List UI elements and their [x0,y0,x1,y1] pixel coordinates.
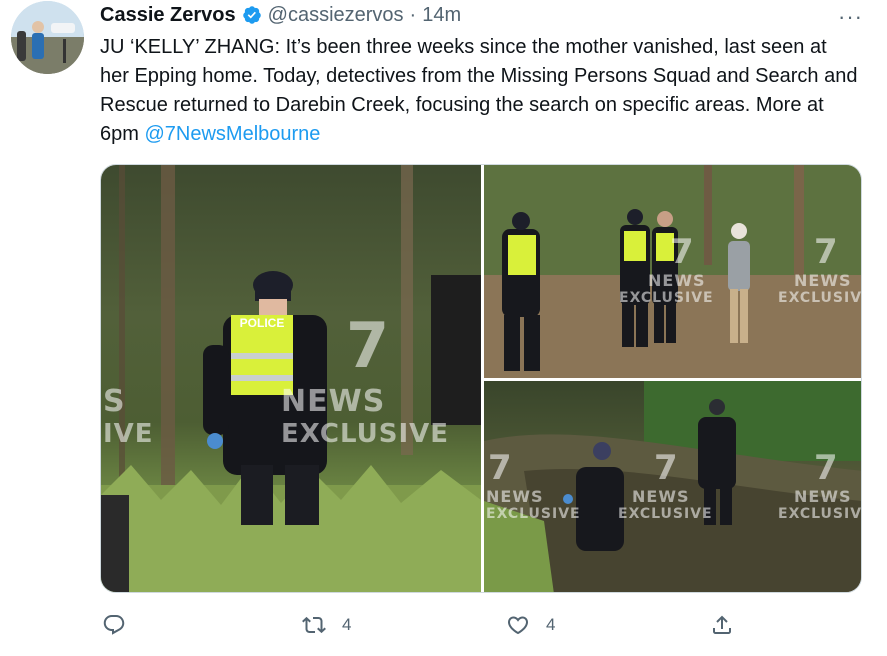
like-button[interactable]: 4 [506,608,555,642]
watermark-seven: 7 [814,232,838,272]
avatar[interactable] [11,1,84,74]
media-photo-2[interactable]: 7 NEWS EXCLUSIVE 7 NEWS EXCLUSIVE [484,165,862,378]
watermark-exclusive: EXCLUSIVE [618,506,713,522]
watermark-news: NEWS [794,487,852,506]
watermark-news: NEWS [632,487,690,506]
tweet: Cassie Zervos @cassiezervos · 14m ··· JU… [0,0,887,656]
avatar-photo [11,1,84,74]
watermark-news: NEWS [794,271,852,290]
watermark-seven: 7 [670,232,694,272]
like-icon [507,616,529,635]
retweet-button[interactable]: 4 [302,608,351,642]
watermark-partial-exclusive: IVE [103,419,154,449]
watermark-seven: 7 [814,448,838,488]
watermark-exclusive: EXCLUSIVE [778,290,862,306]
author-name[interactable]: Cassie Zervos [100,4,236,27]
tweet-text: JU ‘KELLY’ ZHANG: It’s been three weeks … [100,33,860,149]
more-icon[interactable]: ··· [838,4,863,30]
media-photo-1[interactable]: POLICE 7 NEWS EXCLUSIVE S IVE [101,165,481,592]
tweet-actions: 4 4 [100,608,740,642]
verified-badge-icon [242,6,261,24]
media-grid: POLICE 7 NEWS EXCLUSIVE S IVE 7 NEWS EXC… [100,164,862,593]
retweet-icon [302,616,326,634]
watermark-news: NEWS [648,271,706,290]
watermark-exclusive: EXCLUSIVE [281,419,449,449]
share-button[interactable] [710,608,734,642]
watermark-seven: 7 [488,448,512,488]
watermark-exclusive: EXCLUSIVE [619,290,714,306]
separator-dot: · [409,3,417,26]
reply-icon [103,615,125,635]
retweet-count: 4 [342,615,352,634]
reply-button[interactable] [102,608,142,642]
watermark-partial-news: S [103,384,126,419]
watermark-news: NEWS [486,487,544,506]
police-vest-label: POLICE [240,316,285,330]
mention-link[interactable]: @7NewsMelbourne [144,123,320,145]
timestamp[interactable]: 14m [422,4,461,27]
tweet-header: Cassie Zervos @cassiezervos · 14m [100,3,461,27]
media-photo-3[interactable]: 7 NEWS EXCLUSIVE 7 NEWS EXCLUSIVE 7 NEWS… [484,381,862,592]
watermark-news: NEWS [281,384,386,419]
watermark-exclusive: EXCLUSIVE [778,506,862,522]
watermark-seven: 7 [346,309,390,382]
author-handle[interactable]: @cassiezervos [268,4,404,27]
watermark-seven: 7 [654,448,678,488]
watermark-exclusive: EXCLUSIVE [486,506,581,522]
photo-1-scene: POLICE [101,165,481,592]
like-count: 4 [546,615,556,634]
share-icon [713,615,731,634]
